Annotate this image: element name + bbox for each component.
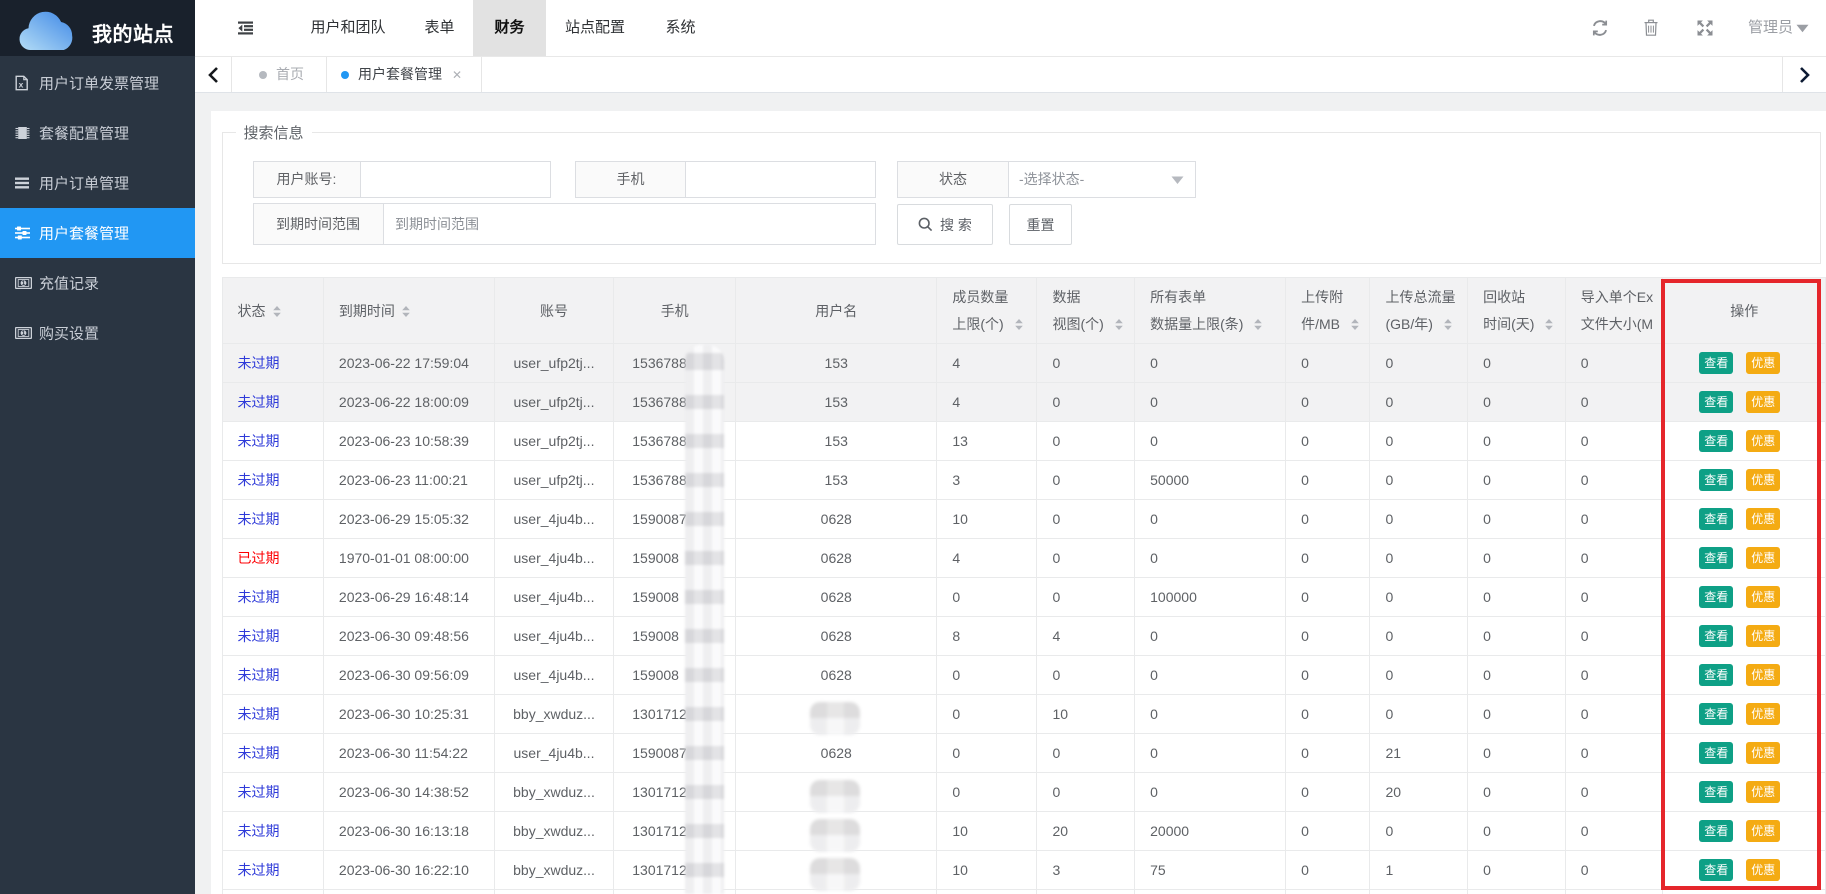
svg-text:1: 1 (22, 280, 26, 287)
svg-text:1: 1 (22, 330, 26, 337)
svg-text:x: x (19, 80, 24, 90)
